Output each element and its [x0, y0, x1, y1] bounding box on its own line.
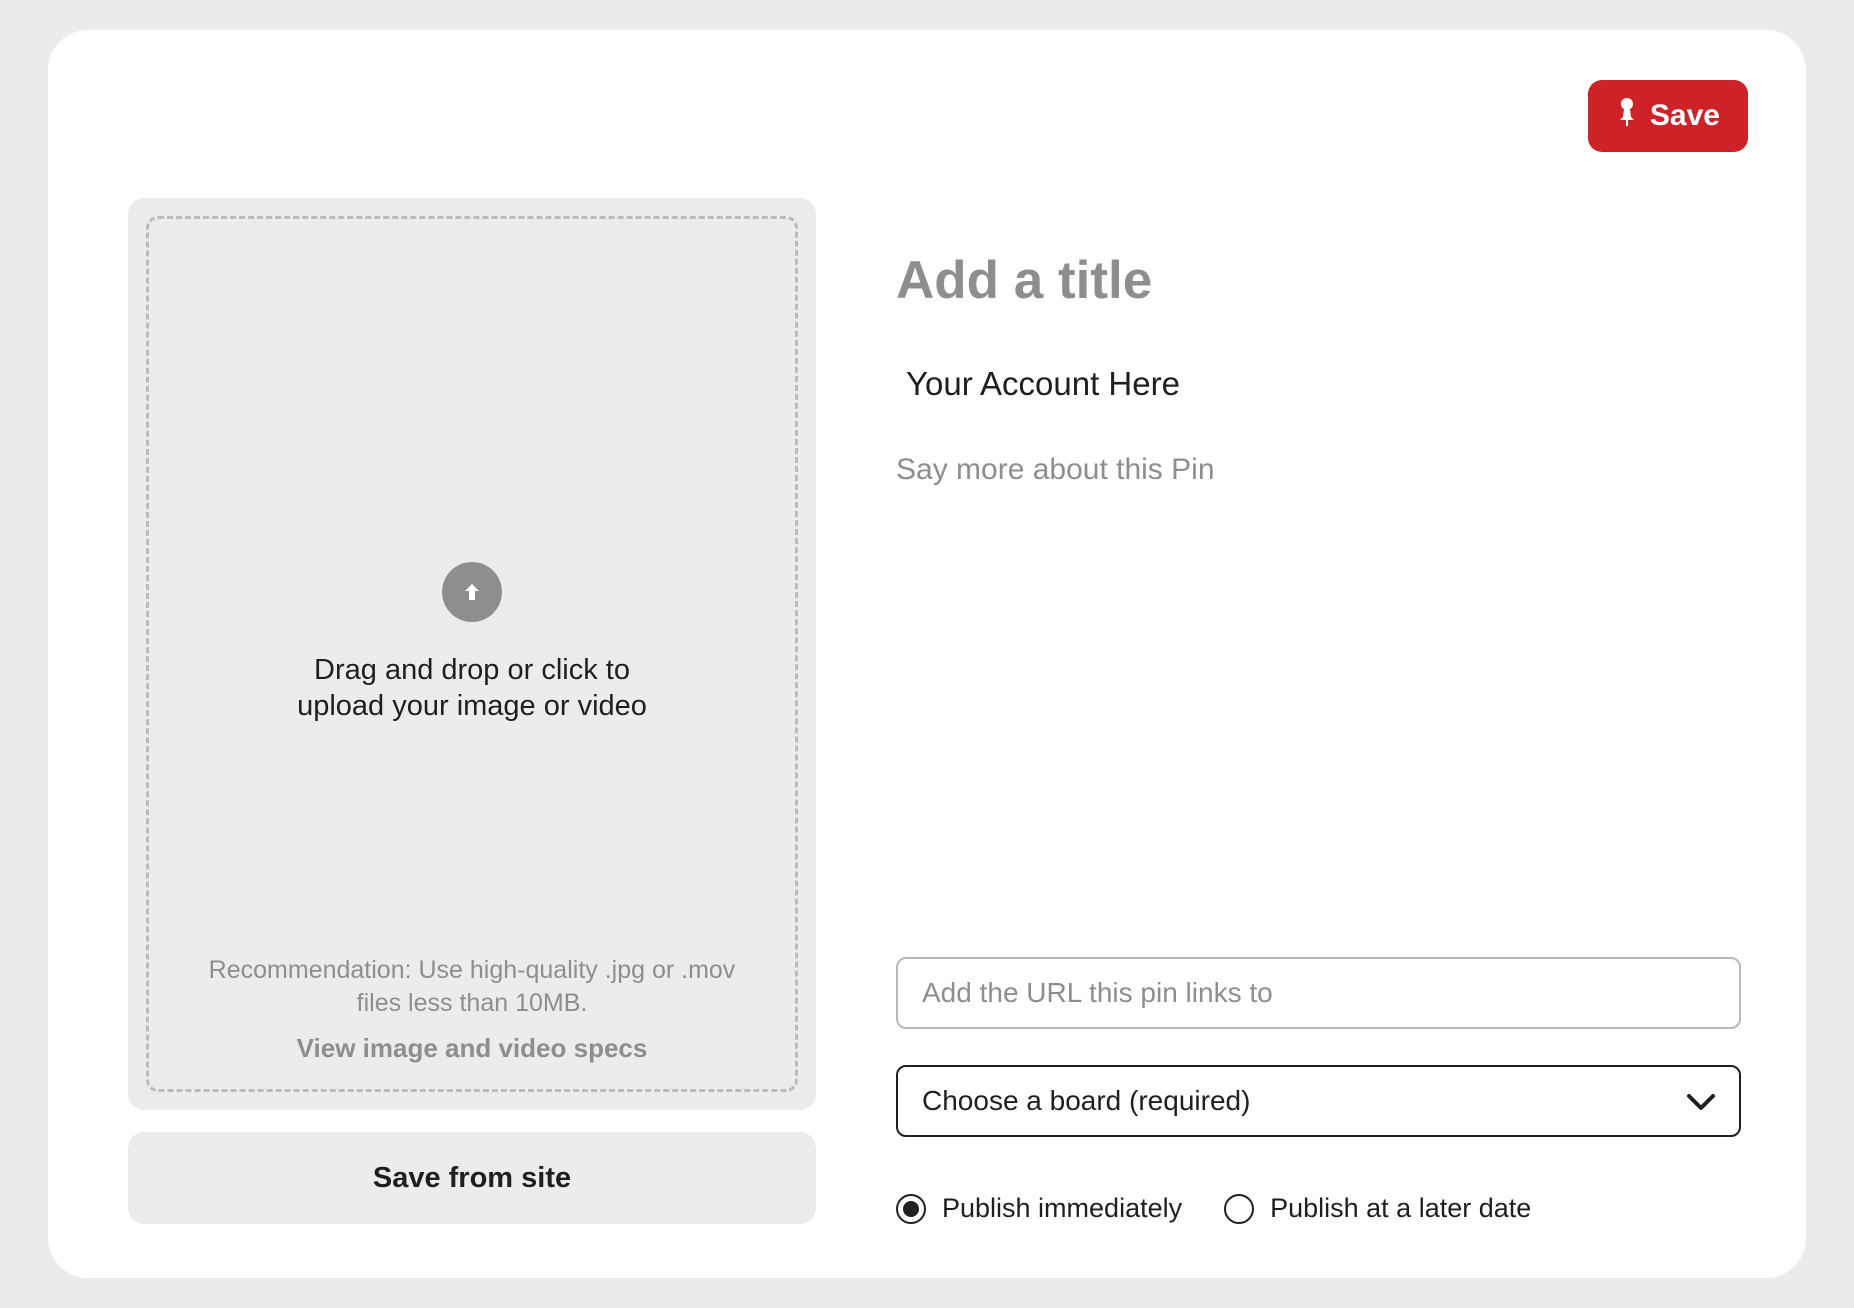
radio-dot-selected — [903, 1201, 919, 1217]
save-button-label: Save — [1650, 99, 1720, 133]
publish-later-label: Publish at a later date — [1270, 1193, 1531, 1224]
url-input[interactable] — [896, 957, 1741, 1029]
specs-link[interactable]: View image and video specs — [189, 1033, 755, 1064]
pin-icon — [1616, 98, 1638, 134]
upload-zone: Drag and drop or click to upload your im… — [128, 198, 816, 1110]
publish-later-radio[interactable]: Publish at a later date — [1224, 1193, 1531, 1224]
board-select-label: Choose a board (required) — [922, 1085, 1250, 1117]
right-column: Your Account Here Choose a board (requir… — [896, 198, 1746, 1224]
description-input[interactable] — [896, 453, 1746, 487]
publish-immediately-radio[interactable]: Publish immediately — [896, 1193, 1182, 1224]
publish-options: Publish immediately Publish at a later d… — [896, 1193, 1746, 1224]
upload-bottom-info: Recommendation: Use high-quality .jpg or… — [189, 954, 755, 1065]
board-select[interactable]: Choose a board (required) — [896, 1065, 1741, 1137]
content-row: Drag and drop or click to upload your im… — [128, 198, 1746, 1224]
left-column: Drag and drop or click to upload your im… — [128, 198, 816, 1224]
radio-circle — [1224, 1194, 1254, 1224]
title-input[interactable] — [896, 250, 1746, 311]
account-label: Your Account Here — [906, 365, 1746, 403]
upload-dropzone[interactable]: Drag and drop or click to upload your im… — [146, 216, 798, 1092]
publish-immediately-label: Publish immediately — [942, 1193, 1182, 1224]
save-from-site-button[interactable]: Save from site — [128, 1132, 816, 1224]
upload-instruction-text: Drag and drop or click to upload your im… — [282, 652, 662, 725]
pin-editor-card: Save Drag and drop or click to upload yo… — [48, 30, 1806, 1278]
save-button[interactable]: Save — [1588, 80, 1748, 152]
upload-icon — [442, 562, 502, 622]
radio-circle — [896, 1194, 926, 1224]
upload-recommendation: Recommendation: Use high-quality .jpg or… — [189, 954, 755, 1022]
chevron-down-icon — [1687, 1085, 1715, 1117]
